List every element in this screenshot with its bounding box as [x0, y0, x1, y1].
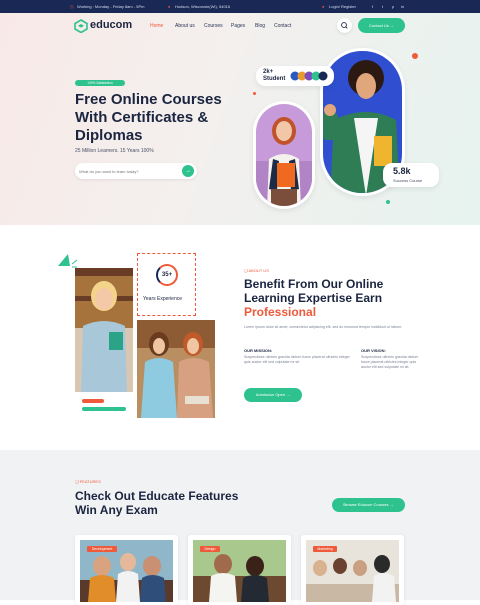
contact-us-button[interactable]: Contact Us →	[358, 18, 405, 33]
decor-dot	[253, 92, 256, 95]
decor-dot	[386, 200, 390, 204]
nav-home[interactable]: Home	[150, 23, 163, 29]
students-count: 2k+	[263, 69, 274, 75]
about-photo-group-img	[137, 320, 215, 418]
about-text: Lorem ipsum dolor sit amet, consectetur …	[244, 325, 403, 329]
student-photo-girl-frame	[253, 101, 315, 209]
features-eyebrow: ❑ FEATURES	[75, 479, 101, 484]
nav-courses[interactable]: Courses	[204, 23, 223, 29]
experience-label: Years Experience	[143, 296, 183, 302]
arrow-icon: →	[286, 392, 291, 397]
decor-bar-green	[82, 407, 126, 411]
location-icon: ●	[168, 4, 171, 9]
success-count: 5.8k	[393, 166, 411, 176]
top-bar: ◷ Working : Monday - Friday 8am - 5Pm ● …	[0, 0, 480, 13]
contact-us-label: Contact Us	[369, 23, 389, 28]
facebook-icon[interactable]: f	[372, 0, 373, 13]
mission-text: Suspendisse ultrices gravida dictum fusc…	[244, 355, 350, 364]
about-title-line-2: Learning Expertise Earn	[244, 291, 383, 305]
working-hours: Working : Monday - Friday 8am - 5Pm	[77, 4, 145, 9]
course-category-badge: Design	[200, 546, 220, 552]
login-register-link[interactable]: Login/ Register	[329, 0, 356, 13]
features-eyebrow-text: FEATURES	[79, 479, 101, 484]
arrow-icon: →	[389, 23, 394, 28]
nav-pages[interactable]: Pages	[231, 23, 245, 29]
avatar-group	[290, 71, 328, 81]
decor-bar-red	[82, 399, 104, 403]
course-category-badge: Marketing	[313, 546, 337, 552]
about-eyebrow: ❑ ABOUT US	[244, 268, 269, 273]
user-icon: ●	[322, 4, 325, 9]
course-card[interactable]: Design	[188, 535, 291, 605]
course-category-badge: Development	[87, 546, 117, 552]
nav-about[interactable]: About us	[175, 23, 195, 29]
about-title: Benefit From Our Online Learning Experti…	[244, 277, 424, 319]
admission-open-label: Admission Open	[255, 392, 286, 397]
about-photo-student	[75, 268, 133, 392]
arrow-icon: →	[389, 502, 394, 507]
search-icon	[341, 22, 348, 29]
decor-dot	[412, 53, 418, 59]
vision-title: OUR VISION:	[361, 348, 386, 353]
course-card[interactable]: Marketing	[301, 535, 404, 605]
student-photo-girl	[256, 104, 312, 206]
features-title-line-2: Win Any Exam	[75, 503, 158, 517]
search-submit-button[interactable]: →	[182, 165, 194, 177]
twitter-icon[interactable]: t	[382, 0, 383, 13]
linkedin-icon[interactable]: in	[401, 0, 404, 13]
hero-title-line-2: With Certificates &	[75, 109, 209, 126]
experience-number: 35+	[156, 264, 178, 286]
hero-title-line-3: Diplomas	[75, 127, 143, 144]
about-title-line-1: Benefit From Our Online	[244, 277, 384, 291]
nav-contact[interactable]: Contact	[274, 23, 291, 29]
browse-courses-button[interactable]: Browse Educom Courses →	[332, 498, 405, 512]
clock-icon: ◷	[70, 4, 74, 9]
hero-title: Free Online Courses With Certificates & …	[75, 91, 265, 145]
logo-text[interactable]: educom	[90, 19, 132, 31]
search-button[interactable]	[337, 18, 352, 33]
experience-frame: 35+ Years Experience	[137, 253, 196, 316]
nav-blog[interactable]: Blog	[255, 23, 265, 29]
success-course-badge: 5.8k Success Course	[383, 163, 439, 187]
admission-open-button[interactable]: Admission Open →	[244, 388, 302, 402]
address: Hudson, Wisconsin(WI), 54016	[175, 4, 231, 9]
satisfaction-tag: 100% Satisfaction	[75, 80, 125, 86]
search-input[interactable]	[79, 166, 174, 176]
course-card[interactable]: Development	[75, 535, 178, 605]
about-title-highlight: Professional	[244, 305, 317, 319]
features-title: Check Out Educate Features Win Any Exam	[75, 489, 275, 517]
vision-text: Suspendisse ultrices gravida dictum fusc…	[361, 355, 419, 369]
mission-title: OUR MISSION:	[244, 348, 273, 353]
arrow-icon: →	[185, 168, 191, 174]
logo-icon	[74, 19, 88, 33]
course-search: →	[75, 163, 197, 179]
students-label: Student	[263, 76, 286, 82]
browse-courses-label: Browse Educom Courses	[343, 502, 389, 507]
about-photo-student-img	[75, 268, 133, 392]
hero-title-line-1: Free Online Courses	[75, 91, 222, 108]
about-photo-group	[137, 320, 215, 418]
pinterest-icon[interactable]: p	[392, 0, 394, 13]
success-label: Success Course	[393, 178, 423, 183]
features-title-line-1: Check Out Educate Features	[75, 489, 239, 503]
about-eyebrow-text: ABOUT US	[248, 268, 269, 273]
students-badge: 2k+ Student	[256, 66, 334, 86]
hero-subtitle: 25 Million Learners. 15 Years 100%	[75, 148, 154, 154]
